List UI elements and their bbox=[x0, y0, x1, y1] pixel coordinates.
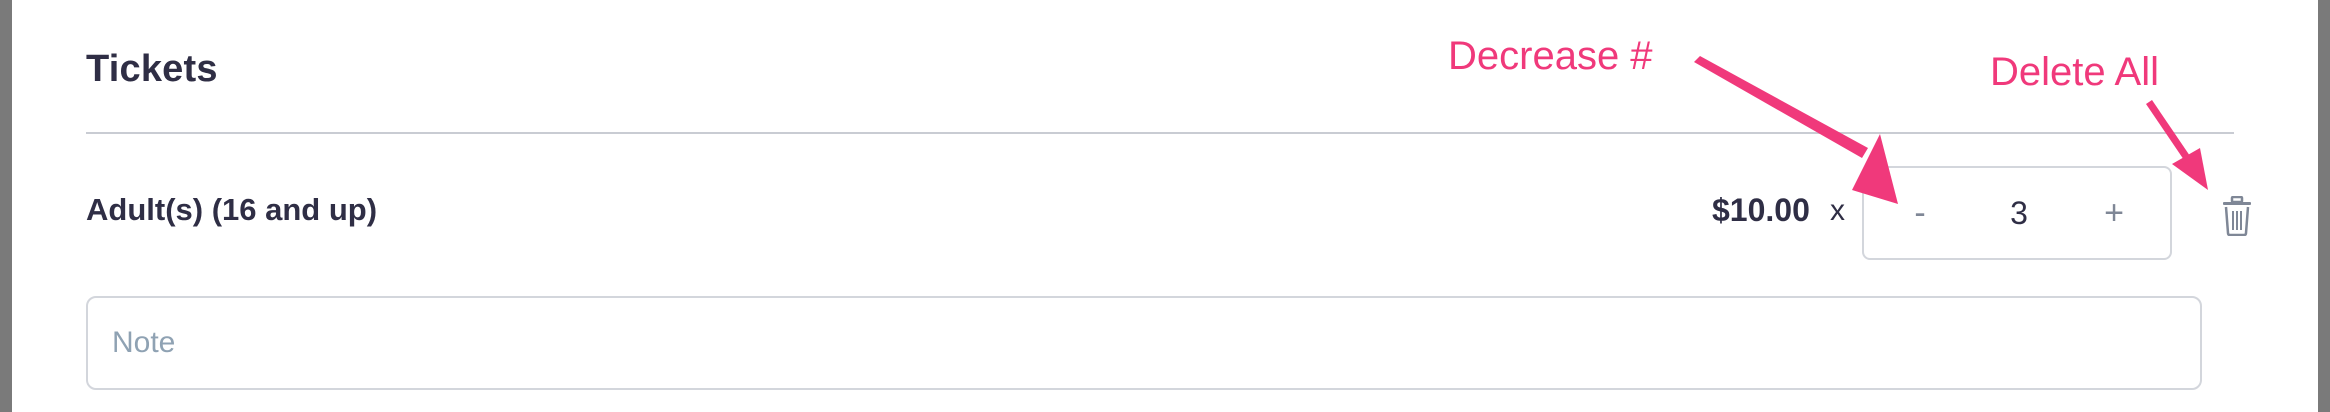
quantity-value[interactable]: 3 bbox=[1984, 168, 2054, 258]
note-input[interactable] bbox=[86, 296, 2202, 390]
divider bbox=[86, 132, 2234, 134]
ticket-type-label: Adult(s) (16 and up) bbox=[86, 192, 378, 227]
decrease-button[interactable]: - bbox=[1890, 168, 1950, 258]
quantity-stepper: - 3 + bbox=[1862, 166, 2172, 260]
ticket-price: $10.00 bbox=[1712, 192, 1810, 228]
multiply-sign: x bbox=[1830, 194, 1845, 227]
tickets-card: Tickets Adult(s) (16 and up) $10.00 x - … bbox=[12, 0, 2318, 412]
increase-button[interactable]: + bbox=[2084, 168, 2144, 258]
annotation-delete-all: Delete All bbox=[1990, 50, 2159, 94]
section-title: Tickets bbox=[86, 48, 218, 90]
annotation-decrease: Decrease # bbox=[1448, 34, 1653, 78]
trash-icon[interactable] bbox=[2220, 195, 2254, 237]
